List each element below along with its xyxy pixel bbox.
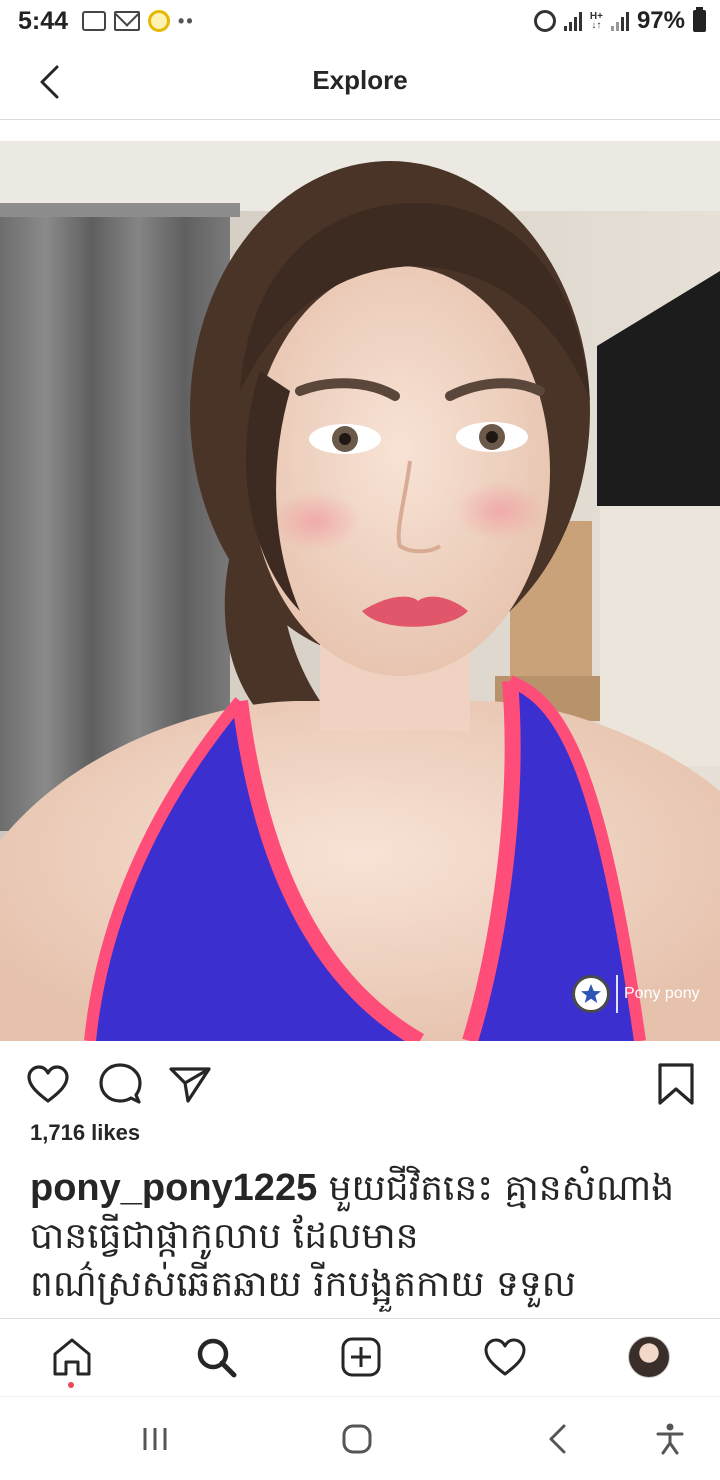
system-back-button[interactable] <box>533 1417 583 1461</box>
h-plus-icon: H+ ↓↑ <box>589 11 603 31</box>
post-photo[interactable] <box>0 141 720 1041</box>
heart-icon <box>27 1065 69 1103</box>
status-time: 5:44 <box>18 6 69 35</box>
home-system-button[interactable] <box>332 1417 382 1461</box>
system-navigation-bar <box>0 1396 720 1480</box>
nav-activity[interactable] <box>481 1333 529 1381</box>
notification-icon <box>148 10 171 32</box>
recent-apps-button[interactable] <box>130 1417 180 1461</box>
watermark-text: Pony pony <box>624 985 700 1002</box>
home-circle-icon <box>342 1424 372 1454</box>
post-caption: pony_pony1225 មួយជីវិតនេះ គ្មានសំណាងបានធ… <box>30 1164 690 1318</box>
status-notification-icons: •• <box>82 10 195 32</box>
alarm-icon <box>533 10 556 32</box>
heart-icon <box>484 1338 526 1376</box>
bookmark-icon <box>658 1063 694 1105</box>
calendar-icon <box>82 11 107 31</box>
home-icon <box>53 1338 91 1376</box>
paper-plane-icon <box>169 1067 211 1103</box>
likes-count[interactable]: 1,716 likes <box>30 1120 140 1146</box>
gmail-icon <box>114 11 141 31</box>
comment-icon <box>99 1063 142 1104</box>
more-dots-icon: •• <box>178 10 195 31</box>
post-photo-illustration <box>0 141 720 1041</box>
accessibility-button[interactable] <box>645 1417 695 1461</box>
share-button[interactable] <box>166 1060 214 1108</box>
nav-profile[interactable] <box>625 1333 673 1381</box>
comment-button[interactable] <box>96 1060 144 1108</box>
add-post-icon <box>341 1337 381 1377</box>
home-notification-dot <box>68 1382 74 1388</box>
avatar <box>628 1336 670 1378</box>
save-button[interactable] <box>652 1060 700 1108</box>
status-bar: 5:44 •• H+ ↓↑ 97% <box>0 0 720 42</box>
back-button[interactable] <box>30 62 70 102</box>
caption-username[interactable]: pony_pony1225 <box>30 1167 317 1209</box>
nav-new-post[interactable] <box>337 1333 385 1381</box>
top-header: Explore <box>0 42 720 120</box>
bottom-nav <box>0 1318 720 1396</box>
photo-watermark: Pony pony <box>572 975 700 1013</box>
battery-percent: 97% <box>636 7 685 34</box>
battery-icon <box>693 7 706 32</box>
search-icon <box>197 1338 237 1378</box>
nav-home[interactable] <box>48 1333 96 1381</box>
recent-apps-icon <box>143 1428 167 1450</box>
back-arrow-icon <box>549 1424 566 1454</box>
watermark-divider <box>616 975 618 1013</box>
star-badge-icon <box>572 975 610 1013</box>
accessibility-icon <box>656 1423 684 1455</box>
post-actions <box>0 1058 720 1114</box>
nav-search[interactable] <box>192 1333 240 1381</box>
chevron-left-icon <box>40 65 59 99</box>
signal-icon-2 <box>610 11 629 31</box>
like-button[interactable] <box>24 1060 72 1108</box>
page-title: Explore <box>312 65 408 95</box>
signal-icon <box>563 11 582 31</box>
status-system-icons: H+ ↓↑ 97% <box>533 7 706 35</box>
